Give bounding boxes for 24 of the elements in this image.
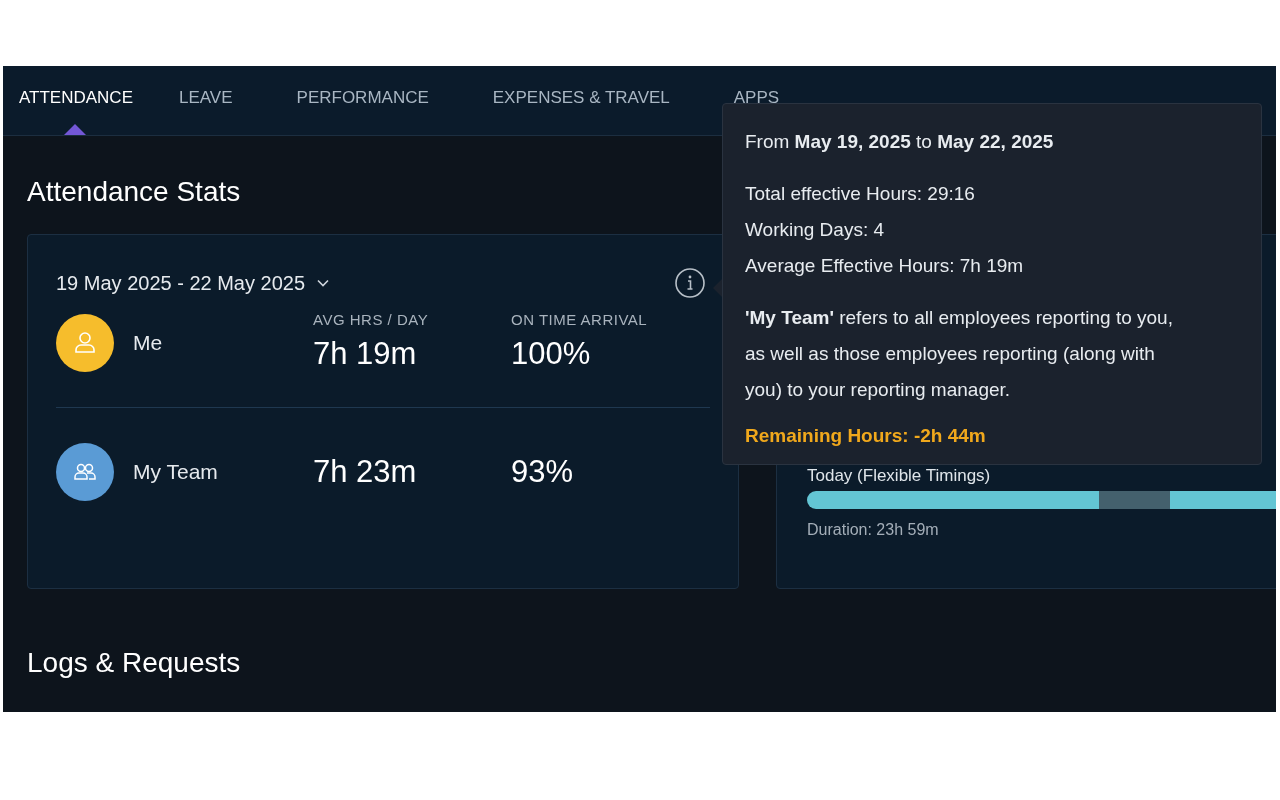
timings-label: Today (Flexible Timings) — [807, 467, 991, 485]
stat-line: Average Effective Hours: 7h 19m — [745, 254, 1025, 278]
chevron-down-icon — [317, 279, 330, 287]
on-time-percentage: 93% — [511, 454, 574, 490]
remaining-hours: Remaining Hours: -2h 44m — [745, 424, 987, 448]
tab[interactable]: ATTENDANCE — [19, 66, 133, 135]
tab[interactable]: LEAVE — [179, 66, 233, 135]
section-title: Logs & Requests — [27, 647, 241, 679]
tab[interactable]: PERFORMANCE — [296, 66, 429, 135]
member-name: Me — [133, 331, 163, 355]
average-hours: 7h 19m — [313, 336, 417, 372]
member-name: My Team — [133, 460, 218, 484]
average-hours: 7h 23m — [313, 454, 417, 490]
column-heading: ON TIME ARRIVAL — [511, 311, 648, 328]
stat-line: Total effective Hours: 29:16 — [745, 182, 976, 206]
team-note: 'My Team' refers to all employees reporting to you, as well as those employees reporting (along with you) to your reporting manager. — [745, 306, 1174, 402]
column-heading: AVG HRS / DAY — [313, 311, 429, 328]
stat-line: Working Days: 4 — [745, 218, 886, 242]
duration-text: Duration: 23h 59m — [807, 521, 940, 539]
on-time-percentage: 100% — [511, 336, 591, 372]
info-icon[interactable] — [674, 267, 706, 299]
tab[interactable]: EXPENSES & TRAVEL — [492, 66, 670, 135]
date-range-dropdown[interactable]: 19 May 2025 - 22 May 2025 — [56, 271, 330, 295]
section-title: Attendance Stats — [27, 176, 241, 208]
